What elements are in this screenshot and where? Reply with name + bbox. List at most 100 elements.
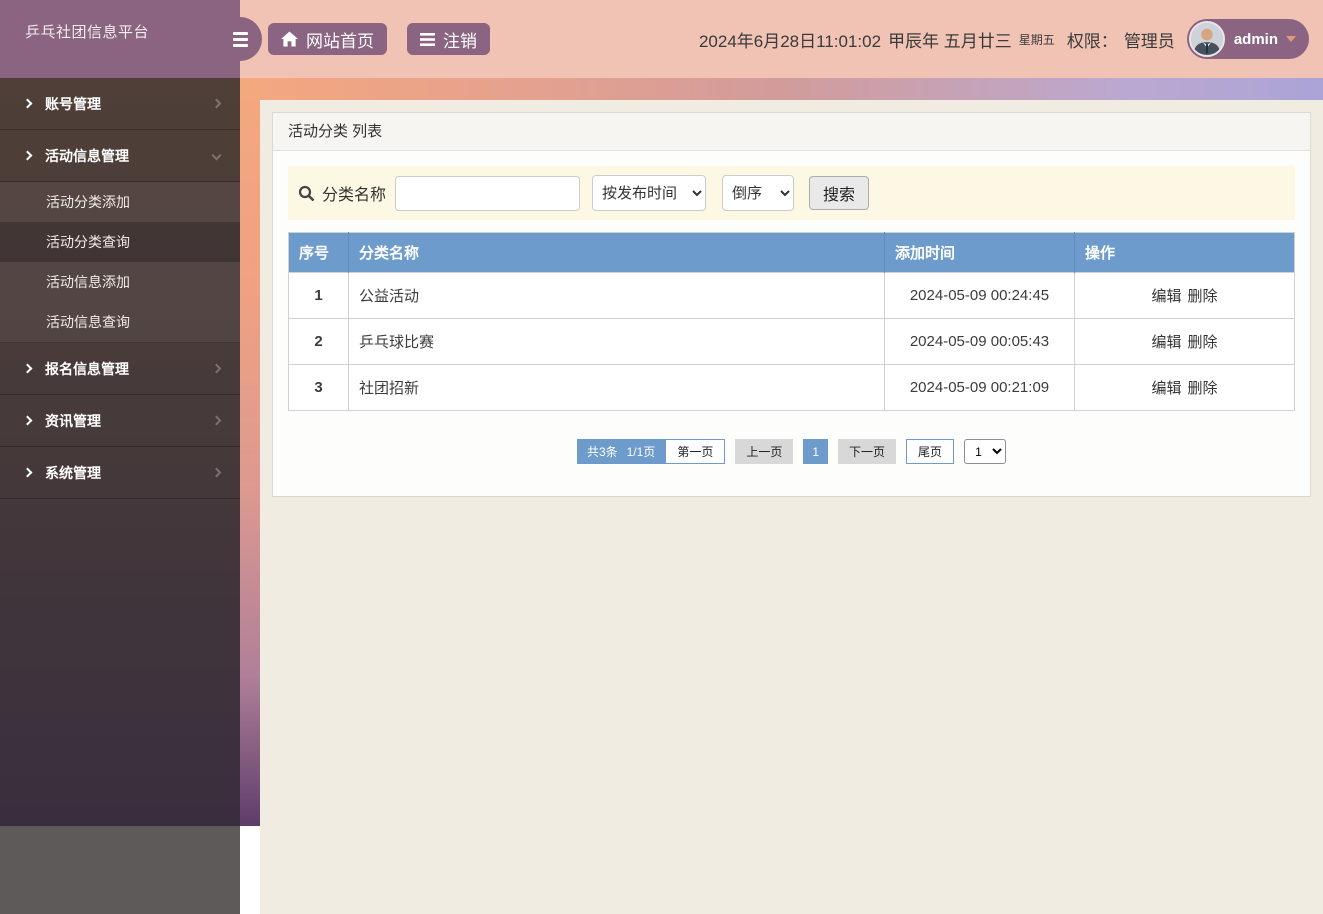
home-icon [281,31,298,47]
chevron-right-icon [211,363,222,374]
submenu-item-category-query[interactable]: 活动分类查询 [0,222,240,262]
category-list-panel: 活动分类 列表 分类名称 按发布时间 倒序 搜索 序号 分类名称 添加时间 操作… [272,112,1311,497]
cell-no: 1 [288,272,349,319]
cell-no: 2 [288,318,349,365]
sidebar-item-system[interactable]: 系统管理 [0,447,240,499]
table-row: 2 乒乓球比赛 2024-05-09 00:05:43 编辑 删除 [288,318,1295,365]
home-button[interactable]: 网站首页 [268,23,387,55]
cell-no: 3 [288,364,349,411]
search-bar: 分类名称 按发布时间 倒序 搜索 [288,166,1295,220]
submenu-item-label: 活动信息添加 [46,274,130,290]
submenu-item-label: 活动分类查询 [46,234,130,250]
search-label: 分类名称 [322,187,387,204]
username: admin [1233,30,1278,48]
sidebar-footer [0,826,240,914]
delete-link[interactable]: 删除 [1188,380,1218,397]
logout-button[interactable]: 注销 [407,23,490,55]
gradient-band [240,78,1323,100]
chevron-right-icon [22,363,33,374]
cell-time: 2024-05-09 00:24:45 [884,272,1075,319]
brand-title: 乒乓社团信息平台 [25,24,150,41]
submenu-item-label: 活动分类添加 [46,194,130,210]
sidebar-toggle-button[interactable] [218,17,262,61]
category-table: 序号 分类名称 添加时间 操作 1 公益活动 2024-05-09 00:24:… [288,232,1295,411]
sidebar: 账号管理 活动信息管理 活动分类添加 活动分类查询 活动信息添加 活动信息查询 … [0,78,240,826]
chevron-right-icon [211,467,222,478]
table-row: 1 公益活动 2024-05-09 00:24:45 编辑 删除 [288,272,1295,319]
submenu-item-category-add[interactable]: 活动分类添加 [0,182,240,222]
total-count: 共3条 [586,445,618,459]
search-button[interactable]: 搜索 [809,176,870,210]
edit-link[interactable]: 编辑 [1151,334,1181,351]
sidebar-item-activity-info[interactable]: 活动信息管理 [0,130,240,182]
sidebar-item-label: 活动信息管理 [45,147,129,164]
pagination-total-badge: 共3条 1/1页 [576,439,666,464]
edit-link[interactable]: 编辑 [1151,380,1181,397]
topbar: 网站首页 注销 2024年6月28日11:01:02 甲辰年 五月廿三 星期五 … [240,0,1323,78]
hamburger-icon [232,31,248,47]
cell-time: 2024-05-09 00:21:09 [884,364,1075,411]
topbar-actions: 网站首页 注销 [268,23,490,55]
sort-field-select[interactable]: 按发布时间 [592,175,707,211]
cell-name: 乒乓球比赛 [348,318,885,365]
submenu-item-info-query[interactable]: 活动信息查询 [0,302,240,342]
current-page-button[interactable]: 1 [803,439,829,464]
avatar [1188,21,1225,57]
table-header-row: 序号 分类名称 添加时间 操作 [288,232,1295,273]
page-select[interactable]: 1 [964,439,1007,464]
gradient-strip [240,78,260,826]
cell-ops: 编辑 删除 [1074,318,1295,365]
list-icon [420,32,435,46]
last-page-button[interactable]: 尾页 [906,439,955,464]
header-time: 添加时间 [884,232,1075,273]
header-name: 分类名称 [348,232,885,273]
datetime-text: 2024年6月28日11:01:02 [698,31,882,51]
chevron-right-icon [22,150,33,161]
lunar-date-text: 甲辰年 五月廿三 [888,31,1012,51]
sidebar-submenu: 活动分类添加 活动分类查询 活动信息添加 活动信息查询 [0,182,240,343]
panel-body: 分类名称 按发布时间 倒序 搜索 序号 分类名称 添加时间 操作 1 公益活动 … [273,151,1310,496]
table-row: 3 社团招新 2024-05-09 00:21:09 编辑 删除 [288,364,1295,411]
panel-title: 活动分类 列表 [273,113,1310,151]
role-text: 管理员 [1123,31,1175,51]
sidebar-item-registration[interactable]: 报名信息管理 [0,343,240,395]
sidebar-item-news[interactable]: 资讯管理 [0,395,240,447]
page-info: 1/1页 [626,445,656,459]
brand-header: 乒乓社团信息平台 [0,0,240,78]
delete-link[interactable]: 删除 [1188,334,1218,351]
prev-page-button[interactable]: 上一页 [735,439,794,464]
chevron-right-icon [211,98,222,109]
main-content: 活动分类 列表 分类名称 按发布时间 倒序 搜索 序号 分类名称 添加时间 操作… [260,100,1323,914]
home-button-label: 网站首页 [306,31,374,51]
sidebar-item-accounts[interactable]: 账号管理 [0,78,240,130]
chevron-right-icon [22,467,33,478]
sidebar-item-label: 账号管理 [45,95,101,112]
cell-name: 公益活动 [348,272,885,319]
permission-label: 权限： [1066,31,1118,51]
user-menu[interactable]: admin [1186,19,1309,59]
pagination: 共3条 1/1页 第一页 上一页 1 下一页 尾页 1 [288,439,1295,464]
cell-ops: 编辑 删除 [1074,272,1295,319]
weekday-text: 星期五 [1018,32,1055,47]
sort-order-select[interactable]: 倒序 [722,175,795,211]
header-ops: 操作 [1074,232,1295,273]
chevron-right-icon [211,415,222,426]
logout-button-label: 注销 [443,31,477,51]
caret-down-icon [1286,36,1296,42]
cell-name: 社团招新 [348,364,885,411]
sidebar-item-label: 资讯管理 [45,412,101,429]
sidebar-item-label: 报名信息管理 [45,360,129,377]
chevron-right-icon [22,415,33,426]
delete-link[interactable]: 删除 [1188,288,1218,305]
chevron-right-icon [22,98,33,109]
edit-link[interactable]: 编辑 [1151,288,1181,305]
sidebar-item-label: 系统管理 [45,464,101,481]
next-page-button[interactable]: 下一页 [838,439,897,464]
search-input[interactable] [395,175,581,211]
pagination-group: 共3条 1/1页 第一页 [576,439,726,464]
submenu-item-info-add[interactable]: 活动信息添加 [0,262,240,302]
first-page-button[interactable]: 第一页 [665,439,726,464]
search-icon [298,185,315,202]
submenu-item-label: 活动信息查询 [46,314,130,330]
cell-ops: 编辑 删除 [1074,364,1295,411]
